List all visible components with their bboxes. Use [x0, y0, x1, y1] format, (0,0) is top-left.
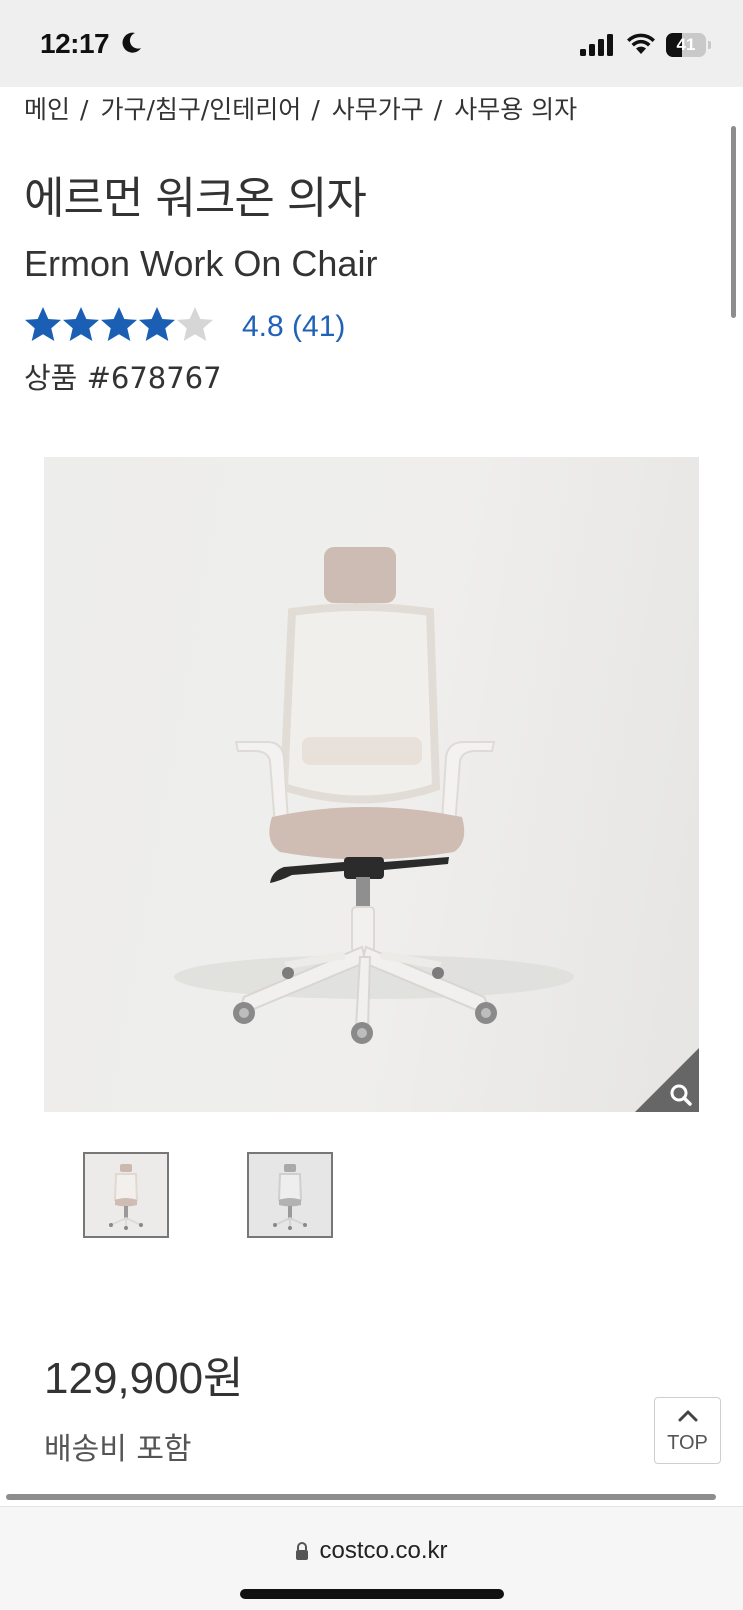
address-bar[interactable]: costco.co.kr	[0, 1537, 743, 1565]
breadcrumb: 메인 / 가구/침구/인테리어 / 사무가구 / 사무용 의자	[24, 90, 577, 126]
breadcrumb-office-furniture[interactable]: 사무가구	[332, 95, 424, 124]
status-time: 12:17	[40, 28, 110, 59]
thumbnail-chair-beige	[109, 1164, 143, 1230]
battery-icon: 41	[666, 33, 712, 57]
thumbnail-1[interactable]	[83, 1152, 169, 1238]
battery-level: 41	[676, 35, 696, 54]
breadcrumb-separator: /	[80, 95, 89, 124]
office-chair-image	[174, 547, 574, 1044]
moon-icon	[122, 32, 141, 53]
thumbnail-2[interactable]	[247, 1152, 333, 1238]
vertical-scrollbar[interactable]	[731, 126, 736, 318]
status-bar: 12:17 41	[0, 0, 743, 87]
breadcrumb-office-chairs[interactable]: 사무용 의자	[454, 95, 577, 124]
item-number: 상품 #678767	[24, 361, 222, 395]
url-text: costco.co.kr	[319, 1537, 448, 1564]
thumbnail-chair-gray	[273, 1164, 307, 1230]
breadcrumb-separator: /	[311, 95, 320, 124]
top-button-label: TOP	[667, 1432, 708, 1454]
product-title-english: Ermon Work On Chair	[24, 243, 378, 284]
chevron-up-icon	[678, 1410, 698, 1422]
shipping-note: 배송비 포함	[44, 1432, 192, 1467]
wifi-icon	[627, 33, 655, 54]
breadcrumb-home[interactable]: 메인	[24, 95, 70, 124]
scroll-to-top-button[interactable]: TOP	[654, 1397, 721, 1464]
horizontal-scrollbar[interactable]	[6, 1494, 716, 1500]
rating-count-link[interactable]: 4.8 (41)	[242, 310, 345, 344]
product-main-image[interactable]	[44, 457, 699, 1112]
home-indicator[interactable]	[240, 1589, 504, 1599]
star-rating-icon	[25, 307, 213, 341]
breadcrumb-separator: /	[433, 95, 443, 124]
lock-icon	[296, 1542, 309, 1560]
cellular-signal-icon	[580, 34, 613, 56]
breadcrumb-furniture[interactable]: 가구/침구/인테리어	[100, 95, 301, 124]
product-title-korean: 에르먼 워크온 의자	[24, 173, 367, 224]
product-price: 129,900원	[44, 1354, 244, 1403]
browser-bottom-bar: costco.co.kr	[0, 1506, 743, 1610]
magnifier-icon[interactable]	[635, 1048, 699, 1112]
